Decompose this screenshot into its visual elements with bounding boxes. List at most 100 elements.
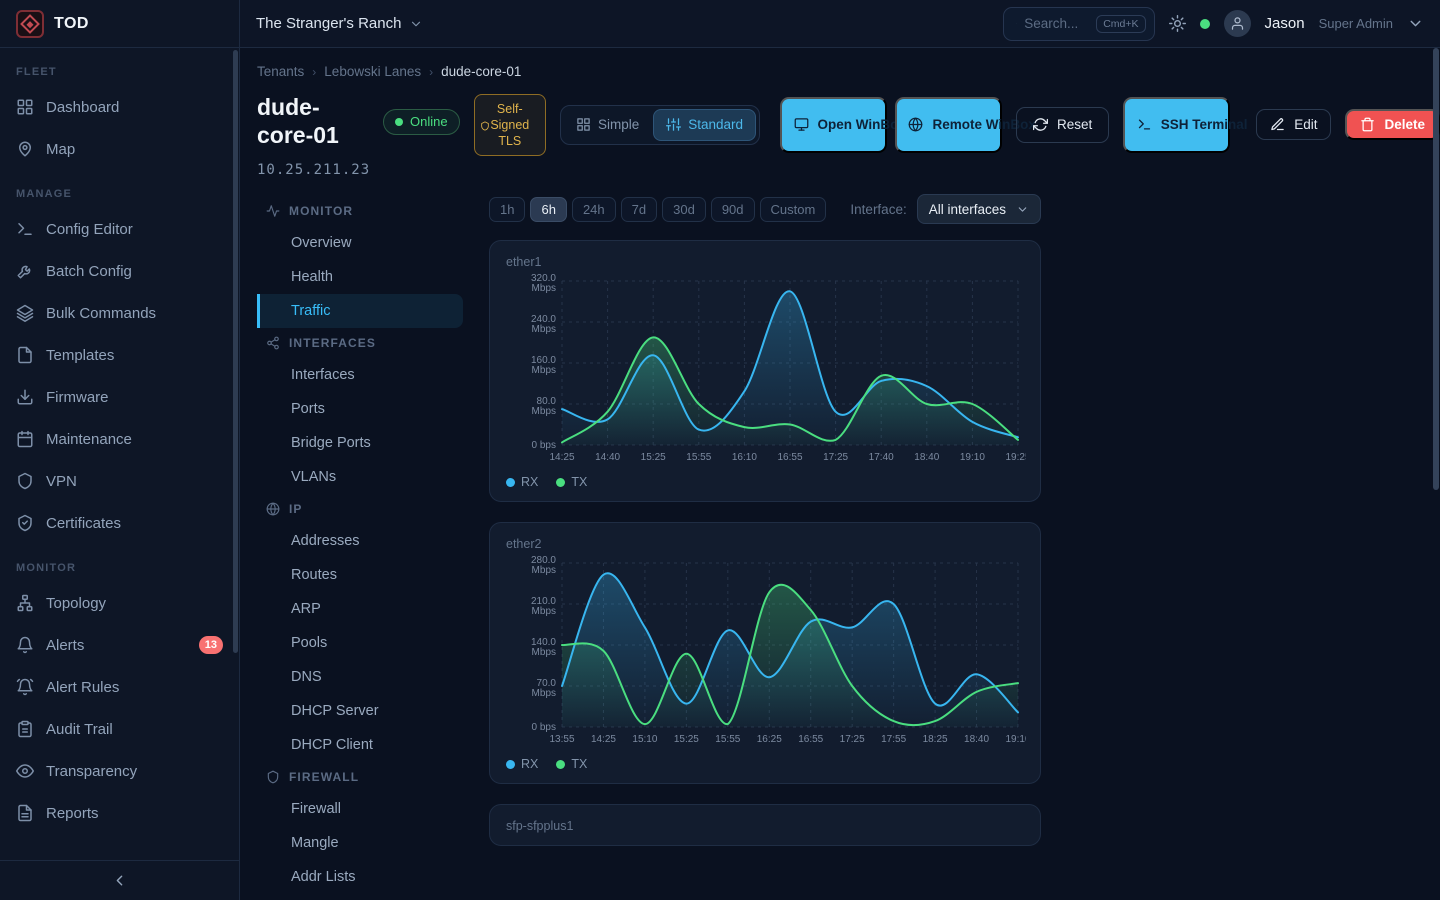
search-icon <box>1016 16 1017 31</box>
chart-legend: RX TX <box>506 757 1024 771</box>
legend-label: TX <box>571 757 587 771</box>
sidebar-item-audit-trail[interactable]: Audit Trail <box>0 708 239 750</box>
trash-icon <box>1360 117 1375 132</box>
subnav-item-vlans[interactable]: VLANs <box>257 460 463 494</box>
user-name: Jason <box>1265 15 1305 32</box>
shield-icon <box>16 472 34 490</box>
subnav-item-pools[interactable]: Pools <box>257 626 463 660</box>
svg-text:16:55: 16:55 <box>777 452 802 463</box>
reset-button[interactable]: Reset <box>1016 107 1109 143</box>
range-pill-24h[interactable]: 24h <box>572 197 616 222</box>
sidebar-item-maintenance[interactable]: Maintenance <box>0 418 239 460</box>
sidebar-section-title: MONITOR <box>0 544 239 582</box>
bell-icon <box>16 636 34 654</box>
sidebar-item-vpn[interactable]: VPN <box>0 460 239 502</box>
page-scrollbar[interactable] <box>1433 48 1439 490</box>
tls-shield-icon <box>480 121 490 131</box>
tenant-selector[interactable]: The Stranger's Ranch <box>256 15 423 32</box>
range-pill-30d[interactable]: 30d <box>662 197 706 222</box>
sidebar-item-reports[interactable]: Reports <box>0 792 239 834</box>
sliders-icon <box>666 117 681 132</box>
time-range-group: 1h6h24h7d30d90dCustom <box>489 197 826 222</box>
online-dot-icon <box>395 118 403 126</box>
calendar-icon <box>16 430 34 448</box>
theme-toggle-button[interactable] <box>1169 15 1186 32</box>
global-search[interactable]: Cmd+K <box>1003 7 1155 41</box>
alerts-count-badge: 13 <box>199 636 223 654</box>
remote-winbox-button[interactable]: Remote WinBox <box>895 97 1002 153</box>
subnav-section-title: IP <box>289 502 303 516</box>
dashboard-icon <box>16 98 34 116</box>
subnav-item-health[interactable]: Health <box>257 260 463 294</box>
sidebar-item-alerts[interactable]: Alerts13 <box>0 624 239 666</box>
sidebar-scrollbar[interactable] <box>233 50 238 653</box>
sidebar-item-firmware[interactable]: Firmware <box>0 376 239 418</box>
sidebar-item-map[interactable]: Map <box>0 128 239 170</box>
breadcrumb-separator: › <box>429 65 433 79</box>
range-pill-7d[interactable]: 7d <box>621 197 657 222</box>
firewall-shield-icon <box>266 770 280 784</box>
legend-label: RX <box>521 757 538 771</box>
chevron-down-icon <box>1016 203 1029 216</box>
range-pill-6h[interactable]: 6h <box>530 197 566 222</box>
interface-filter-label: Interface: <box>850 202 906 217</box>
sidebar-item-certificates[interactable]: Certificates <box>0 502 239 544</box>
status-badge-online: Online <box>383 109 460 135</box>
legend-label: RX <box>521 475 538 489</box>
subnav-item-overview[interactable]: Overview <box>257 226 463 260</box>
edit-button[interactable]: Edit <box>1256 109 1331 140</box>
sidebar-item-label: Bulk Commands <box>46 305 156 322</box>
sidebar-item-topology[interactable]: Topology <box>0 582 239 624</box>
chart-card-sfp-sfpplus1: sfp-sfpplus1 <box>489 804 1041 846</box>
device-header: dude-core-01 10.25.211.23 Online Self-Si… <box>257 93 1440 178</box>
globe-icon <box>908 117 923 132</box>
sidebar-item-dashboard[interactable]: Dashboard <box>0 86 239 128</box>
app-logo[interactable]: TOD <box>0 0 239 48</box>
mode-standard-option[interactable]: Standard <box>653 109 756 141</box>
view-mode-toggle: Simple Standard <box>560 105 760 145</box>
subnav-item-addresses[interactable]: Addresses <box>257 524 463 558</box>
svg-text:15:10: 15:10 <box>632 734 657 745</box>
range-pill-custom[interactable]: Custom <box>760 197 827 222</box>
search-input[interactable] <box>1024 16 1088 31</box>
sidebar-item-alert-rules[interactable]: Alert Rules <box>0 666 239 708</box>
topbar: The Stranger's Ranch Cmd+K Jason Super A… <box>240 0 1440 48</box>
subnav-item-ports[interactable]: Ports <box>257 392 463 426</box>
subnav-item-traffic[interactable]: Traffic <box>257 294 463 328</box>
sidebar-item-config-editor[interactable]: Config Editor <box>0 208 239 250</box>
sidebar-item-templates[interactable]: Templates <box>0 334 239 376</box>
interface-select[interactable]: All interfaces <box>917 194 1041 224</box>
primary-sidebar: TOD FLEETDashboardMapMANAGEConfig Editor… <box>0 0 240 900</box>
svg-text:16:55: 16:55 <box>798 734 823 745</box>
subnav-item-firewall[interactable]: Firewall <box>257 792 463 826</box>
chart-title: ether2 <box>506 537 1024 551</box>
subnav-item-interfaces[interactable]: Interfaces <box>257 358 463 392</box>
mode-simple-option[interactable]: Simple <box>564 109 651 141</box>
chart-title: ether1 <box>506 255 1024 269</box>
terminal-icon <box>1137 117 1152 132</box>
subnav-item-mangle[interactable]: Mangle <box>257 826 463 860</box>
range-pill-90d[interactable]: 90d <box>711 197 755 222</box>
range-pill-1h[interactable]: 1h <box>489 197 525 222</box>
open-winbox-button[interactable]: Open WinBox <box>780 97 887 153</box>
user-menu-button[interactable] <box>1407 15 1424 32</box>
sidebar-item-transparency[interactable]: Transparency <box>0 750 239 792</box>
subnav-item-dns[interactable]: DNS <box>257 660 463 694</box>
file-icon <box>16 346 34 364</box>
subnav-item-addr-lists[interactable]: Addr Lists <box>257 860 463 894</box>
breadcrumb-tenant[interactable]: Lebowski Lanes <box>324 64 421 79</box>
subnav-item-bridge-ports[interactable]: Bridge Ports <box>257 426 463 460</box>
avatar[interactable] <box>1224 10 1251 37</box>
subnav-item-routes[interactable]: Routes <box>257 558 463 592</box>
subnav-section-ip: IP <box>257 494 463 524</box>
ssh-terminal-button[interactable]: SSH Terminal <box>1123 97 1230 153</box>
share-icon <box>266 336 280 350</box>
subnav-item-dhcp-server[interactable]: DHCP Server <box>257 694 463 728</box>
subnav-item-dhcp-client[interactable]: DHCP Client <box>257 728 463 762</box>
sidebar-item-bulk-commands[interactable]: Bulk Commands <box>0 292 239 334</box>
delete-button[interactable]: Delete <box>1345 109 1440 140</box>
breadcrumb-tenants[interactable]: Tenants <box>257 64 304 79</box>
sidebar-collapse-button[interactable] <box>0 860 239 900</box>
sidebar-item-batch-config[interactable]: Batch Config <box>0 250 239 292</box>
subnav-item-arp[interactable]: ARP <box>257 592 463 626</box>
